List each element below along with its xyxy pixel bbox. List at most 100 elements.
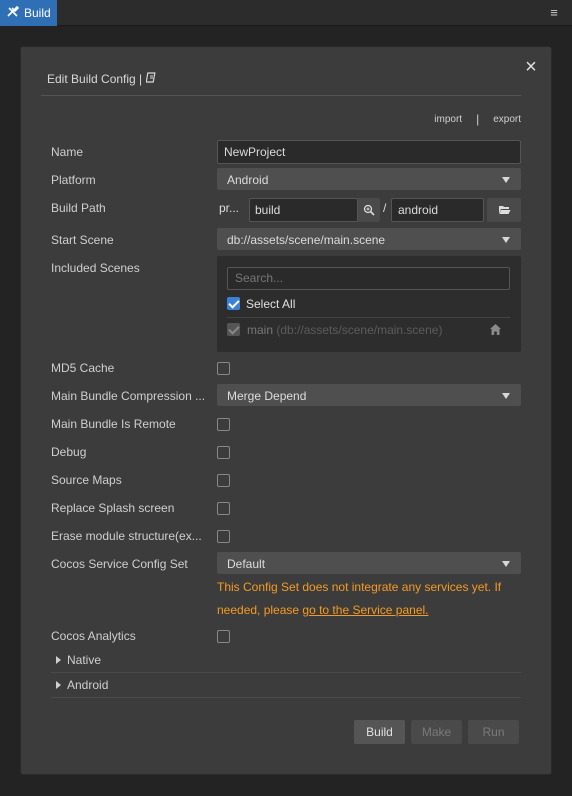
compression-select[interactable]: Merge Depend — [217, 384, 521, 406]
import-export-links: import | export — [434, 112, 521, 126]
service-config-label: Cocos Service Config Set — [51, 557, 188, 571]
source-maps-control — [217, 468, 521, 492]
search-zoom-icon — [363, 204, 375, 219]
erase-checkbox[interactable] — [217, 530, 230, 543]
native-section-label: Native — [67, 653, 102, 667]
close-icon[interactable]: × — [523, 57, 539, 77]
build-path-dir-input[interactable]: build — [249, 198, 358, 222]
name-input[interactable]: NewProject — [217, 140, 521, 164]
splash-checkbox[interactable] — [217, 502, 230, 515]
android-section-header[interactable]: Android — [51, 673, 521, 698]
dropdown-arrow-icon — [502, 177, 510, 183]
service-config-value: Default — [227, 557, 266, 571]
dropdown-arrow-icon — [502, 393, 510, 399]
make-button[interactable]: Make — [411, 720, 462, 744]
platform-row: Platform Android — [51, 168, 521, 192]
warning-line-2: needed, please go to the Service panel. — [217, 599, 517, 622]
splash-control — [217, 496, 521, 520]
dropdown-arrow-icon — [502, 561, 510, 567]
source-maps-checkbox[interactable] — [217, 474, 230, 487]
scene-search-input[interactable]: Search... — [227, 267, 510, 290]
run-button[interactable]: Run — [468, 720, 519, 744]
remote-control — [217, 412, 521, 436]
build-tools-icon — [6, 5, 20, 22]
build-path-label: Build Path — [51, 201, 106, 215]
action-buttons: Build Make Run — [354, 720, 519, 744]
platform-value: Android — [227, 173, 269, 187]
service-config-row: Cocos Service Config Set Default — [51, 552, 521, 576]
open-folder-button[interactable] — [487, 198, 521, 222]
title-divider — [41, 95, 521, 96]
build-path-control: pr... build / android — [217, 196, 521, 222]
remote-checkbox[interactable] — [217, 418, 230, 431]
compression-row: Main Bundle Compression ... Merge Depend — [51, 384, 521, 408]
home-icon[interactable] — [489, 323, 502, 336]
analytics-label: Cocos Analytics — [51, 629, 136, 643]
analytics-checkbox[interactable] — [217, 630, 230, 643]
edit-build-config-dialog: Edit Build Config | × import | export Na… — [20, 46, 552, 775]
md5-cache-checkbox[interactable] — [217, 362, 230, 375]
warning-line-1: This Config Set does not integrate any s… — [217, 580, 502, 594]
name-label: Name — [51, 145, 84, 159]
top-bar: Build ≡ — [0, 0, 572, 26]
debug-checkbox[interactable] — [217, 446, 230, 459]
start-scene-row: Start Scene db://assets/scene/main.scene — [51, 228, 521, 252]
remote-label: Main Bundle Is Remote — [51, 417, 176, 431]
select-all-label: Select All — [246, 297, 296, 311]
dialog-title: Edit Build Config | — [47, 72, 157, 86]
scene-path: (db://assets/scene/main.scene) — [276, 323, 443, 337]
md5-cache-row: MD5 Cache — [51, 356, 521, 380]
scene-list-divider — [227, 317, 510, 318]
build-path-prefix[interactable]: pr... — [219, 201, 239, 215]
warning-prefix: needed, please — [217, 603, 303, 617]
expand-arrow-icon — [56, 656, 61, 664]
debug-control — [217, 440, 521, 464]
build-path-dir-value: build — [255, 203, 281, 217]
path-slash: / — [383, 201, 387, 215]
included-scenes-row: Included Scenes Search... Select All mai… — [51, 256, 521, 352]
start-scene-value: db://assets/scene/main.scene — [227, 233, 386, 247]
md5-cache-label: MD5 Cache — [51, 361, 115, 375]
erase-control — [217, 524, 521, 548]
build-path-row: Build Path pr... build / android — [51, 196, 521, 224]
native-section-header[interactable]: Native — [51, 648, 521, 673]
service-panel-link[interactable]: go to the Service panel. — [302, 603, 428, 617]
build-button[interactable]: Build — [354, 720, 405, 744]
doc-book-icon[interactable] — [145, 72, 157, 86]
analytics-control — [217, 624, 521, 648]
select-all-check-icon[interactable] — [227, 297, 240, 310]
import-link[interactable]: import — [434, 114, 462, 125]
start-scene-select[interactable]: db://assets/scene/main.scene — [217, 228, 521, 250]
select-all-checkbox[interactable]: Select All — [227, 296, 427, 312]
splash-row: Replace Splash screen — [51, 496, 521, 520]
build-path-sub-value: android — [398, 203, 439, 217]
export-link[interactable]: export — [493, 114, 521, 125]
md5-cache-control — [217, 356, 521, 380]
build-path-sub-input[interactable]: android — [391, 198, 484, 222]
splash-label: Replace Splash screen — [51, 501, 175, 515]
compression-value: Merge Depend — [227, 389, 307, 403]
debug-row: Debug — [51, 440, 521, 464]
scene-item-text: main (db://assets/scene/main.scene) — [247, 323, 442, 337]
service-config-select[interactable]: Default — [217, 552, 521, 574]
erase-row: Erase module structure(ex... — [51, 524, 521, 548]
service-warning: This Config Set does not integrate any s… — [217, 576, 517, 622]
panel-menu-icon[interactable]: ≡ — [546, 5, 562, 21]
included-scenes-panel: Search... Select All main (db://assets/s… — [217, 256, 521, 352]
tab-build[interactable]: Build — [0, 0, 57, 26]
erase-label: Erase module structure(ex... — [51, 529, 202, 543]
source-maps-row: Source Maps — [51, 468, 521, 492]
link-separator: | — [476, 112, 480, 126]
dialog-title-text: Edit Build Config | — [47, 72, 143, 86]
remote-row: Main Bundle Is Remote — [51, 412, 521, 436]
scene-name: main — [247, 323, 274, 337]
source-maps-label: Source Maps — [51, 473, 122, 487]
name-row: Name NewProject — [51, 140, 521, 164]
scene-list-item: main (db://assets/scene/main.scene) — [227, 322, 510, 338]
dropdown-arrow-icon — [502, 237, 510, 243]
browse-folder-button[interactable] — [358, 198, 380, 222]
compression-label: Main Bundle Compression ... — [51, 389, 206, 403]
platform-select[interactable]: Android — [217, 168, 521, 190]
tab-label: Build — [24, 6, 51, 20]
scene-checkbox — [227, 323, 240, 336]
